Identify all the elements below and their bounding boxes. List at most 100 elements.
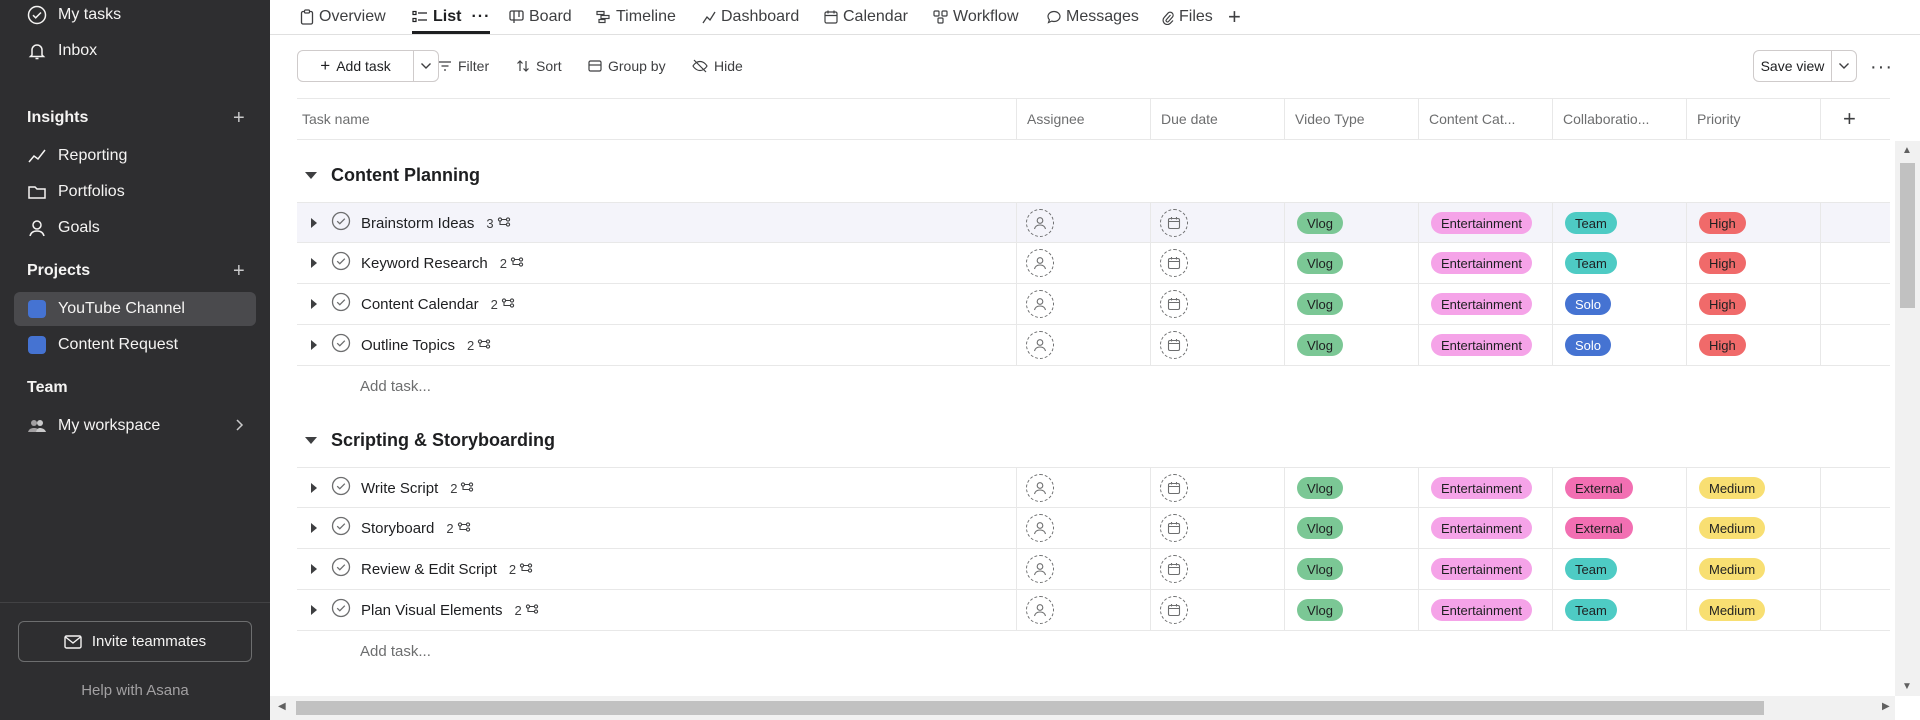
add-task-dropdown[interactable] [414,51,438,81]
content-category-cell[interactable]: Entertainment [1419,325,1553,365]
collaboration-cell[interactable]: Team [1553,590,1687,630]
add-project-button[interactable]: + [233,261,245,281]
priority-cell[interactable]: Medium [1687,549,1821,589]
calendar-placeholder-icon[interactable] [1160,331,1188,359]
caret-right-icon[interactable] [311,605,317,615]
tab-options-icon[interactable]: ··· [471,8,490,26]
more-options-button[interactable]: ··· [1870,56,1893,79]
subtask-count[interactable]: 2 [500,256,524,271]
save-view-button[interactable]: Save view [1754,51,1832,81]
tab-dashboard[interactable]: Dashboard [702,6,799,28]
group-by-button[interactable]: Group by [588,58,666,74]
sidebar-item-inbox[interactable]: Inbox [14,34,256,68]
subtask-count[interactable]: 2 [467,338,491,353]
task-name-cell[interactable]: Brainstorm Ideas 3 [297,203,1017,243]
assignee-cell[interactable] [1017,468,1151,508]
priority-cell[interactable]: High [1687,284,1821,324]
due-date-cell[interactable] [1151,325,1285,365]
calendar-placeholder-icon[interactable] [1160,209,1188,237]
column-header-video-type[interactable]: Video Type [1285,99,1419,139]
priority-cell[interactable]: Medium [1687,468,1821,508]
tab-files[interactable]: Files [1162,6,1213,28]
task-name-cell[interactable]: Keyword Research 2 [297,243,1017,283]
caret-right-icon[interactable] [311,340,317,350]
add-insight-button[interactable]: + [233,108,245,128]
check-circle-icon[interactable] [331,557,351,581]
check-circle-icon[interactable] [331,251,351,275]
sidebar-item-content-request[interactable]: Content Request [14,328,256,362]
sidebar-item-my-workspace[interactable]: My workspace [14,409,256,443]
video-type-cell[interactable]: Vlog [1285,590,1419,630]
collaboration-cell[interactable]: Team [1553,243,1687,283]
tab-list[interactable]: List ··· [412,6,490,28]
video-type-cell[interactable]: Vlog [1285,508,1419,548]
content-category-cell[interactable]: Entertainment [1419,508,1553,548]
caret-down-icon[interactable] [305,171,317,179]
collaboration-cell[interactable]: External [1553,508,1687,548]
check-circle-icon[interactable] [331,476,351,500]
sidebar-item-portfolios[interactable]: Portfolios [14,175,256,209]
caret-right-icon[interactable] [311,299,317,309]
assignee-placeholder-icon[interactable] [1026,474,1054,502]
task-name-cell[interactable]: Storyboard 2 [297,508,1017,548]
assignee-placeholder-icon[interactable] [1026,249,1054,277]
column-header-priority[interactable]: Priority [1687,99,1821,139]
add-column-button[interactable]: + [1821,99,1890,139]
save-view-dropdown[interactable] [1832,51,1856,81]
tab-calendar[interactable]: Calendar [824,6,908,28]
due-date-cell[interactable] [1151,590,1285,630]
content-category-cell[interactable]: Entertainment [1419,284,1553,324]
section-header[interactable]: Scripting & Storyboarding [297,423,555,457]
assignee-placeholder-icon[interactable] [1026,514,1054,542]
content-category-cell[interactable]: Entertainment [1419,590,1553,630]
priority-cell[interactable]: High [1687,203,1821,243]
video-type-cell[interactable]: Vlog [1285,243,1419,283]
task-name-cell[interactable]: Review & Edit Script 2 [297,549,1017,589]
column-header-assignee[interactable]: Assignee [1017,99,1151,139]
filter-button[interactable]: Filter [438,58,489,74]
video-type-cell[interactable]: Vlog [1285,468,1419,508]
content-category-cell[interactable]: Entertainment [1419,243,1553,283]
subtask-count[interactable]: 2 [514,603,538,618]
due-date-cell[interactable] [1151,549,1285,589]
check-circle-icon[interactable] [331,516,351,540]
due-date-cell[interactable] [1151,243,1285,283]
tab-timeline[interactable]: Timeline [596,6,676,28]
subtask-count[interactable]: 3 [486,216,510,231]
check-circle-icon[interactable] [331,211,351,235]
assignee-placeholder-icon[interactable] [1026,209,1054,237]
scroll-left-arrow-icon[interactable]: ◀ [278,701,286,712]
priority-cell[interactable]: Medium [1687,508,1821,548]
column-header-task-name[interactable]: Task name [297,99,1017,139]
collaboration-cell[interactable]: Solo [1553,325,1687,365]
calendar-placeholder-icon[interactable] [1160,290,1188,318]
task-row[interactable]: Review & Edit Script 2 Vlog Entertainment Te… [297,549,1890,590]
collaboration-cell[interactable]: External [1553,468,1687,508]
vertical-scrollbar[interactable]: ▲ ▼ [1895,141,1920,696]
video-type-cell[interactable]: Vlog [1285,325,1419,365]
task-row[interactable]: Storyboard 2 Vlog Entertainment External Medi… [297,508,1890,549]
calendar-placeholder-icon[interactable] [1160,474,1188,502]
tab-board[interactable]: Board [509,6,572,28]
due-date-cell[interactable] [1151,203,1285,243]
invite-teammates-button[interactable]: Invite teammates [18,621,252,662]
content-category-cell[interactable]: Entertainment [1419,549,1553,589]
tab-overview[interactable]: Overview [300,6,386,28]
caret-down-icon[interactable] [305,436,317,444]
sidebar-item-youtube-channel[interactable]: YouTube Channel [14,292,256,326]
horizontal-scroll-thumb[interactable] [296,701,1764,715]
content-category-cell[interactable]: Entertainment [1419,468,1553,508]
assignee-placeholder-icon[interactable] [1026,331,1054,359]
caret-right-icon[interactable] [311,564,317,574]
video-type-cell[interactable]: Vlog [1285,284,1419,324]
tab-workflow[interactable]: Workflow [933,6,1019,28]
due-date-cell[interactable] [1151,508,1285,548]
video-type-cell[interactable]: Vlog [1285,203,1419,243]
task-row[interactable]: Write Script 2 Vlog Entertainment External Me… [297,467,1890,508]
check-circle-icon[interactable] [331,598,351,622]
due-date-cell[interactable] [1151,284,1285,324]
scroll-down-arrow-icon[interactable]: ▼ [1902,681,1912,692]
task-row[interactable]: Keyword Research 2 Vlog Entertainment Team Hi… [297,243,1890,284]
calendar-placeholder-icon[interactable] [1160,555,1188,583]
due-date-cell[interactable] [1151,468,1285,508]
